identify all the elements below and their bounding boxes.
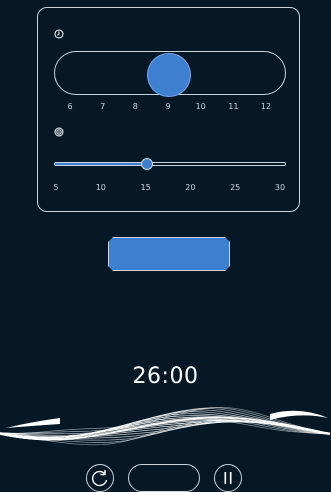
minutes-tick-label: 25 (230, 183, 241, 192)
start-button[interactable] (108, 237, 230, 271)
hours-slider-knob[interactable] (147, 53, 191, 97)
pause-icon (224, 472, 232, 484)
mode-button[interactable] (128, 464, 200, 492)
minutes-tick-label: 5 (53, 183, 59, 192)
hours-slider[interactable] (54, 51, 286, 97)
timer-display: 26:00 (132, 364, 199, 389)
pause-button[interactable] (214, 464, 242, 492)
hours-tick-label: 11 (228, 102, 239, 111)
minutes-tick-label: 30 (274, 183, 286, 192)
clock-icon (54, 29, 64, 39)
minutes-tick-labels: 5 10 15 20 25 30 (38, 183, 299, 195)
minutes-tick-label: 10 (95, 183, 106, 192)
hours-tick-label: 7 (100, 102, 106, 111)
hours-tick-label: 8 (132, 102, 138, 111)
reset-button[interactable] (86, 464, 114, 492)
minutes-slider-knob[interactable] (140, 158, 153, 170)
minutes-slider-fill (55, 163, 147, 165)
hours-tick-label: 10 (195, 102, 206, 111)
minutes-tick-label: 20 (185, 183, 196, 192)
wave-tail-left (6, 418, 60, 428)
hours-tick-label: 9 (165, 102, 171, 111)
hours-tick-label: 6 (67, 102, 73, 111)
settings-panel: 6 7 8 9 10 11 12 5 10 15 20 25 30 (37, 7, 300, 212)
wave-tail-right (270, 410, 328, 420)
wave-decoration (0, 407, 331, 446)
target-icon (54, 127, 64, 137)
minutes-tick-label: 15 (140, 183, 151, 192)
reset-icon (91, 470, 108, 487)
hours-tick-labels: 6 7 8 9 10 11 12 (38, 102, 299, 114)
hours-tick-label: 12 (260, 102, 272, 111)
minutes-slider[interactable] (54, 158, 286, 170)
